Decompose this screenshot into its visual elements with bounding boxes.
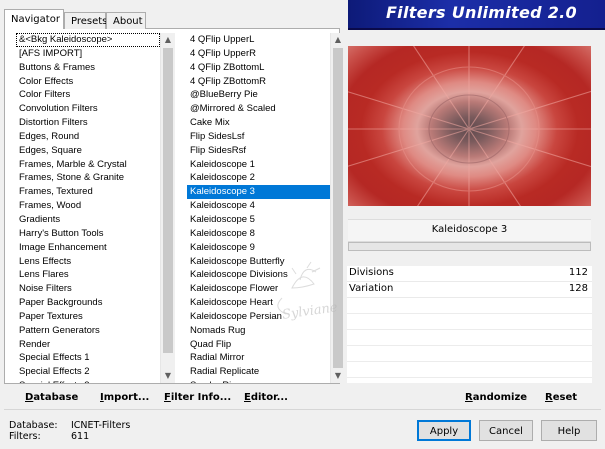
category-item[interactable]: Edges, Round	[16, 130, 160, 144]
filter-name: Kaleidoscope 3	[431, 224, 508, 235]
category-item[interactable]: Image Enhancement	[16, 241, 160, 255]
editor-button[interactable]: Editor...	[244, 392, 288, 406]
scroll-up-arrow-icon[interactable]: ▲	[331, 33, 345, 47]
param-variation[interactable]: Variation 128	[347, 282, 592, 298]
category-item[interactable]: Convolution Filters	[16, 102, 160, 116]
progress-bar	[348, 242, 591, 251]
randomize-button[interactable]: Randomize	[465, 392, 527, 406]
filter-item[interactable]: Kaleidoscope Persian	[187, 310, 330, 324]
filter-item[interactable]: Flip SidesRsf	[187, 144, 330, 158]
filter-item[interactable]: @Mirrored & Scaled	[187, 102, 330, 116]
divider	[347, 377, 592, 378]
category-list[interactable]: &<Bkg Kaleidoscope> [AFS IMPORT] Buttons &…	[16, 33, 160, 383]
filter-item[interactable]: 4 QFlip ZBottomL	[187, 61, 330, 75]
help-button[interactable]: Help	[541, 420, 597, 441]
tab-presets[interactable]: Presets	[64, 12, 107, 29]
category-item[interactable]: Lens Flares	[16, 268, 160, 282]
category-item[interactable]: Gradients	[16, 213, 160, 227]
cancel-button[interactable]: Cancel	[479, 420, 533, 441]
category-item[interactable]: Pattern Generators	[16, 324, 160, 338]
category-item[interactable]: [AFS IMPORT]	[16, 47, 160, 61]
param-divisions[interactable]: Divisions 112	[347, 266, 592, 282]
reset-button[interactable]: Reset	[545, 392, 577, 406]
filter-item[interactable]: 4 QFlip UpperL	[187, 33, 330, 47]
category-item[interactable]: Buttons & Frames	[16, 61, 160, 75]
import-button[interactable]: Import...	[100, 392, 149, 406]
category-item[interactable]: Frames, Wood	[16, 199, 160, 213]
divider	[347, 313, 592, 314]
divider	[347, 329, 592, 330]
filter-item[interactable]: 4 QFlip UpperR	[187, 47, 330, 61]
category-item[interactable]: Frames, Stone & Granite	[16, 171, 160, 185]
filter-item[interactable]: Kaleidoscope 5	[187, 213, 330, 227]
scroll-thumb[interactable]	[333, 48, 343, 368]
parameter-list: Divisions 112 Variation 128	[347, 266, 592, 383]
filter-item[interactable]: Smoke Rings	[187, 379, 330, 383]
filter-scrollbar[interactable]: ▲ ▼	[330, 33, 345, 383]
divider	[347, 345, 592, 346]
preview-image	[348, 46, 591, 206]
scroll-down-arrow-icon[interactable]: ▼	[331, 369, 345, 383]
apply-button[interactable]: Apply	[417, 420, 471, 441]
banner-title: Filters Unlimited 2.0	[385, 3, 577, 22]
param-label: Divisions	[349, 267, 394, 278]
tab-navigator[interactable]: Navigator	[4, 9, 64, 29]
param-label: Variation	[349, 283, 394, 294]
filter-item[interactable]: Quad Flip	[187, 338, 330, 352]
category-item[interactable]: Paper Backgrounds	[16, 296, 160, 310]
category-item[interactable]: Noise Filters	[16, 282, 160, 296]
filter-list[interactable]: 4 QFlip UpperL 4 QFlip UpperR 4 QFlip ZBot…	[187, 33, 330, 383]
filter-item[interactable]: Kaleidoscope 1	[187, 158, 330, 172]
filter-item[interactable]: Kaleidoscope Flower	[187, 282, 330, 296]
database-button[interactable]: Database	[25, 392, 78, 406]
filter-item[interactable]: Nomads Rug	[187, 324, 330, 338]
filter-item[interactable]: Kaleidoscope 9	[187, 241, 330, 255]
category-item[interactable]: Special Effects 3	[16, 379, 160, 383]
filter-item[interactable]: Radial Mirror	[187, 351, 330, 365]
filter-item[interactable]: Kaleidoscope 8	[187, 227, 330, 241]
scroll-thumb[interactable]	[163, 48, 173, 353]
tab-about[interactable]: About	[106, 12, 146, 29]
filter-item[interactable]: Kaleidoscope 2	[187, 171, 330, 185]
category-item[interactable]: Special Effects 2	[16, 365, 160, 379]
kaleidoscope-pattern	[348, 46, 591, 206]
category-item[interactable]: Distortion Filters	[16, 116, 160, 130]
filter-item[interactable]: Kaleidoscope Heart	[187, 296, 330, 310]
param-value: 112	[568, 267, 588, 278]
filter-item[interactable]: Radial Replicate	[187, 365, 330, 379]
filter-item[interactable]: Kaleidoscope Butterfly	[187, 255, 330, 269]
category-item[interactable]: Frames, Textured	[16, 185, 160, 199]
database-info: Database: ICNET-Filters Filters: 611	[9, 420, 130, 442]
filter-name-display: Kaleidoscope 3	[348, 219, 591, 242]
filter-item[interactable]: @BlueBerry Pie	[187, 88, 330, 102]
filter-item[interactable]: Kaleidoscope Divisions	[187, 268, 330, 282]
category-item[interactable]: Harry's Button Tools	[16, 227, 160, 241]
filter-item[interactable]: Cake Mix	[187, 116, 330, 130]
category-item[interactable]: Edges, Square	[16, 144, 160, 158]
category-item[interactable]: Special Effects 1	[16, 351, 160, 365]
filter-item[interactable]: 4 QFlip ZBottomR	[187, 75, 330, 89]
scroll-up-arrow-icon[interactable]: ▲	[161, 33, 175, 47]
title-banner: Filters Unlimited 2.0	[348, 0, 605, 30]
category-item[interactable]: Paper Textures	[16, 310, 160, 324]
category-scrollbar[interactable]: ▲ ▼	[160, 33, 175, 383]
category-item[interactable]: Frames, Marble & Crystal	[16, 158, 160, 172]
scroll-down-arrow-icon[interactable]: ▼	[161, 369, 175, 383]
filters-count: 611	[71, 431, 90, 442]
filter-item[interactable]: Kaleidoscope 3	[187, 185, 330, 200]
category-item[interactable]: Render	[16, 338, 160, 352]
divider	[4, 409, 601, 410]
category-item[interactable]: &<Bkg Kaleidoscope>	[16, 33, 160, 47]
filter-info-button[interactable]: Filter Info...	[164, 392, 231, 406]
divider	[347, 361, 592, 362]
database-value: ICNET-Filters	[71, 420, 131, 431]
param-value: 128	[568, 283, 588, 294]
filters-label: Filters:	[9, 431, 41, 442]
database-label: Database:	[9, 420, 58, 431]
filter-item[interactable]: Flip SidesLsf	[187, 130, 330, 144]
category-item[interactable]: Lens Effects	[16, 255, 160, 269]
category-item[interactable]: Color Effects	[16, 75, 160, 89]
filter-item[interactable]: Kaleidoscope 4	[187, 199, 330, 213]
category-item[interactable]: Color Filters	[16, 88, 160, 102]
